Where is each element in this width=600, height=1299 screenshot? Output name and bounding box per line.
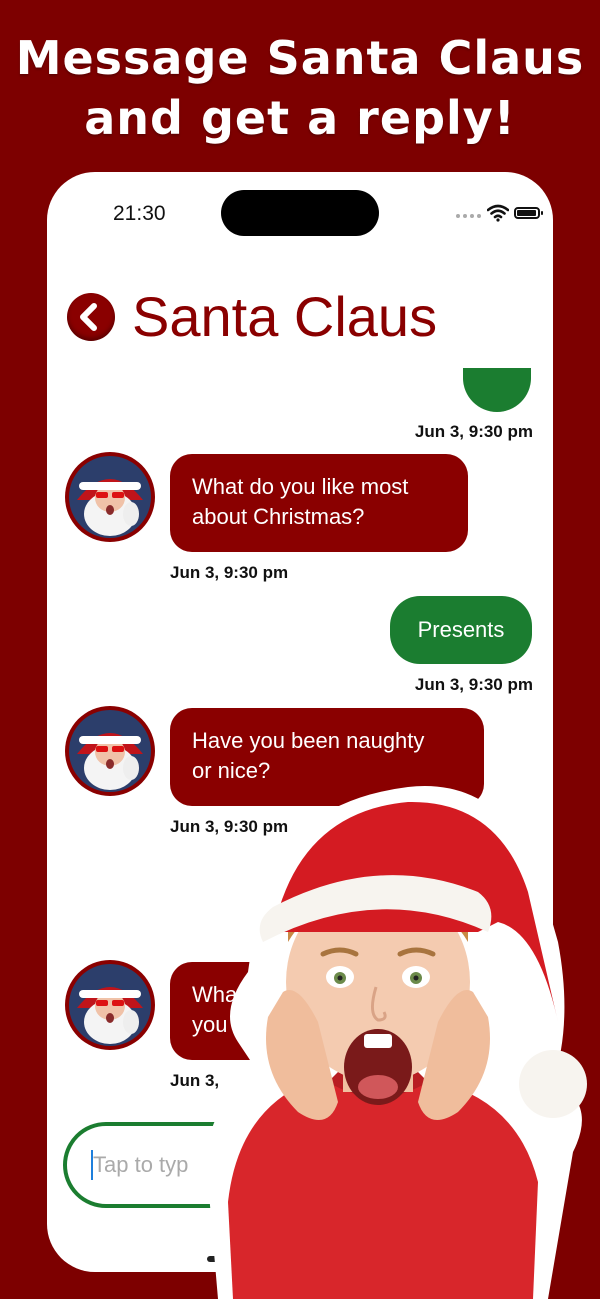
santa-avatar-image <box>69 710 151 792</box>
wifi-icon <box>487 204 509 222</box>
message-text-line: about Christmas? <box>192 504 365 529</box>
santa-avatar <box>65 452 155 542</box>
message-text: Presents <box>417 617 505 642</box>
user-message-bubble: Presents <box>390 596 532 664</box>
chevron-left-icon <box>80 303 97 331</box>
battery-icon <box>514 207 543 219</box>
promo-line-1: Message Santa Claus <box>15 31 585 85</box>
excited-kid-image <box>206 786 587 1299</box>
message-text-line: Have you been naughty <box>192 728 425 753</box>
message-input-placeholder: Tap to typ <box>93 1152 189 1177</box>
chat-title: Santa Claus <box>132 285 438 348</box>
santa-avatar-image <box>69 456 151 538</box>
signal-icon <box>456 214 481 218</box>
message-timestamp: Jun 3, 9:30 pm <box>170 563 289 582</box>
status-time: 21:30 <box>113 202 166 225</box>
back-button[interactable] <box>67 293 115 341</box>
santa-avatar-image <box>69 964 151 1046</box>
user-message-bubble <box>463 368 531 412</box>
dynamic-island <box>221 190 379 236</box>
santa-message-bubble: What do you like most about Christmas? <box>170 454 468 552</box>
message-timestamp: Jun 3, 9:30 pm <box>414 675 533 694</box>
promo-headline: Message Santa Claus and get a reply! <box>0 28 600 148</box>
message-timestamp: Jun 3, 9:30 pm <box>414 422 533 441</box>
santa-avatar <box>65 960 155 1050</box>
message-text-line: What do you like most <box>192 474 409 499</box>
promo-line-2: and get a reply! <box>84 91 516 145</box>
santa-avatar <box>65 706 155 796</box>
text-caret <box>91 1150 93 1180</box>
